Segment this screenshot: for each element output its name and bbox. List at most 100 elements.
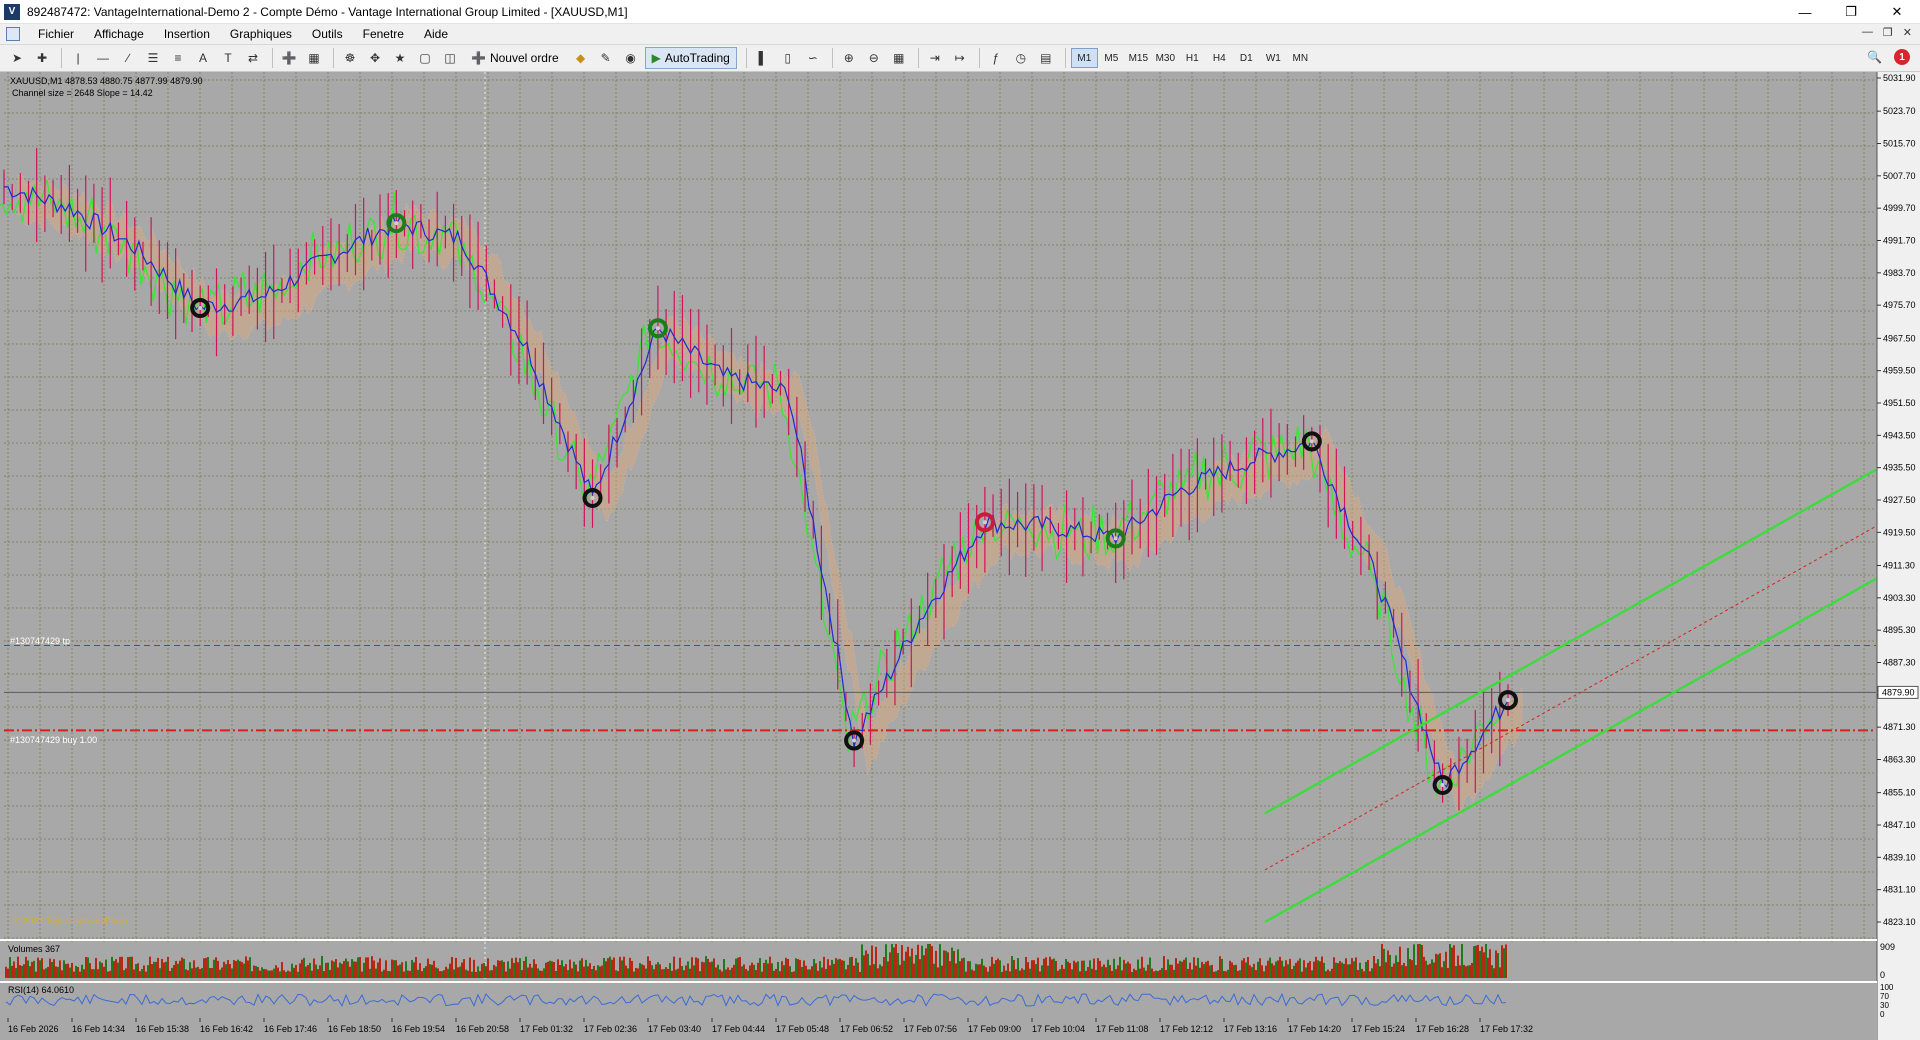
price-tick-label: 4871.30 (1883, 722, 1916, 732)
title-bar: V 892487472: VantageInternational-Demo 2… (0, 0, 1920, 24)
bar-chart-icon[interactable]: ▌ (752, 47, 774, 69)
menu-bar: Fichier Affichage Insertion Graphiques O… (0, 24, 1920, 44)
price-tick-label: 4967.50 (1883, 333, 1916, 343)
chart-window[interactable]: 5031.90 5023.70 5015.70 5007.70 4999.70 4991.… (0, 72, 1920, 1040)
time-tick-label: 17 Feb 03:40 (648, 1024, 701, 1034)
search-icon[interactable]: 🔍 (1867, 50, 1882, 64)
menu-affichage[interactable]: Affichage (84, 27, 154, 41)
time-tick-label: 17 Feb 17:32 (1480, 1024, 1533, 1034)
price-tick-label: 4919.50 (1883, 527, 1916, 537)
pivot-marker-dot (1309, 439, 1314, 444)
document-icon[interactable] (6, 27, 20, 41)
pivot-marker-dot (1113, 536, 1118, 541)
text-icon[interactable]: A (192, 47, 214, 69)
price-tick-label: 4911.30 (1883, 560, 1915, 570)
order-buy-label: #130747429 buy 1.00 (10, 735, 97, 745)
menu-aide[interactable]: Aide (414, 27, 458, 41)
price-tick-label: 5007.70 (1883, 171, 1916, 181)
time-tick-label: 17 Feb 16:28 (1416, 1024, 1469, 1034)
order-tp-label: #130747429 tp (10, 636, 70, 646)
candlestick-icon[interactable]: ▯ (777, 47, 799, 69)
line-chart-icon[interactable]: ∽ (802, 47, 824, 69)
toolbar: ➤ ✚ | — ∕ ☰ ≡ A T ⇄ ➕ ▦ ☸ ✥ ★ ▢ ◫ ➕ Nouv… (0, 44, 1920, 72)
new-order-icon: ➕ (471, 51, 486, 65)
zoom-in-icon[interactable]: ⊕ (838, 47, 860, 69)
price-chart[interactable]: 5031.90 5023.70 5015.70 5007.70 4999.70 4991.… (0, 72, 1920, 1040)
periods-icon[interactable]: ◷ (1010, 47, 1032, 69)
vertical-line-icon[interactable]: | (67, 47, 89, 69)
close-button[interactable]: ✕ (1874, 0, 1920, 24)
trendline-icon[interactable]: ∕ (117, 47, 139, 69)
profiles-icon[interactable]: ▦ (303, 47, 325, 69)
window-title: 892487472: VantageInternational-Demo 2 -… (27, 4, 628, 19)
mdi-restore-icon[interactable]: ❐ (1883, 26, 1893, 39)
notification-badge[interactable]: 1 (1894, 49, 1910, 65)
timeframe-mn[interactable]: MN (1287, 48, 1314, 68)
text-label-icon[interactable]: T (217, 47, 239, 69)
timeframe-m30[interactable]: M30 (1152, 48, 1179, 68)
arrows-icon[interactable]: ⇄ (242, 47, 264, 69)
time-tick-label: 16 Feb 17:46 (264, 1024, 317, 1034)
time-tick-label: 17 Feb 04:44 (712, 1024, 765, 1034)
mdi-close-icon[interactable]: ✕ (1903, 26, 1912, 39)
restore-button[interactable]: ❐ (1828, 0, 1874, 24)
cursor-icon[interactable]: ➤ (6, 47, 28, 69)
channel-info-label: Channel size = 2648 Slope = 14.42 (12, 88, 153, 98)
watermark-label: © 2023 TopLessons.in/Forex (14, 916, 129, 926)
data-window-icon[interactable]: ✥ (364, 47, 386, 69)
volume-scale-label: 0 (1880, 970, 1885, 980)
market-watch-icon[interactable]: ☸ (339, 47, 361, 69)
menu-graphiques[interactable]: Graphiques (220, 27, 302, 41)
minimize-button[interactable]: — (1782, 0, 1828, 24)
metaeditor-icon[interactable]: ✎ (595, 47, 617, 69)
timeframe-h1[interactable]: H1 (1179, 48, 1206, 68)
crosshair-icon[interactable]: ✚ (31, 47, 53, 69)
fibonacci-icon[interactable]: ≡ (167, 47, 189, 69)
expert-icon[interactable]: ◆ (570, 47, 592, 69)
price-tick-label: 4975.70 (1883, 300, 1916, 310)
autotrading-button[interactable]: ▶ AutoTrading (644, 47, 737, 69)
price-tick-label: 4999.70 (1883, 203, 1916, 213)
channel-icon[interactable]: ☰ (142, 47, 164, 69)
autoscroll-icon[interactable]: ⇥ (924, 47, 946, 69)
pivot-marker-dot (655, 326, 660, 331)
time-tick-label: 17 Feb 15:24 (1352, 1024, 1405, 1034)
menu-insertion[interactable]: Insertion (154, 27, 220, 41)
timeframe-h4[interactable]: H4 (1206, 48, 1233, 68)
new-chart-icon[interactable]: ➕ (278, 47, 300, 69)
price-tick-label: 4823.10 (1883, 917, 1916, 927)
time-tick-label: 16 Feb 15:38 (136, 1024, 189, 1034)
terminal-icon[interactable]: ▢ (414, 47, 436, 69)
time-tick-label: 17 Feb 13:16 (1224, 1024, 1277, 1034)
autotrading-label: AutoTrading (664, 51, 730, 65)
indicators-icon[interactable]: ƒ (985, 47, 1007, 69)
horizontal-line-icon[interactable]: — (92, 47, 114, 69)
rsi-scale-label: 0 (1880, 1010, 1885, 1019)
signals-icon[interactable]: ◉ (620, 47, 642, 69)
templates-icon[interactable]: ▤ (1035, 47, 1057, 69)
timeframe-m1[interactable]: M1 (1070, 48, 1098, 68)
menu-fichier[interactable]: Fichier (28, 27, 84, 41)
timeframe-d1[interactable]: D1 (1233, 48, 1260, 68)
chart-shift-icon[interactable]: ↦ (949, 47, 971, 69)
tile-windows-icon[interactable]: ▦ (888, 47, 910, 69)
pivot-marker-dot (394, 221, 399, 226)
price-tick-label: 5031.90 (1883, 73, 1916, 83)
timeframe-m5[interactable]: M5 (1098, 48, 1125, 68)
pivot-marker-dot (1506, 698, 1510, 703)
zoom-out-icon[interactable]: ⊖ (863, 47, 885, 69)
menu-outils[interactable]: Outils (302, 27, 353, 41)
mdi-minimize-icon[interactable]: — (1862, 26, 1873, 39)
time-tick-label: 17 Feb 01:32 (520, 1024, 573, 1034)
time-tick-label: 17 Feb 10:04 (1032, 1024, 1085, 1034)
menu-fenetre[interactable]: Fenetre (353, 27, 414, 41)
timeframe-w1[interactable]: W1 (1260, 48, 1287, 68)
time-tick-label: 17 Feb 06:52 (840, 1024, 893, 1034)
time-tick-label: 17 Feb 14:20 (1288, 1024, 1341, 1034)
navigator-icon[interactable]: ★ (389, 47, 411, 69)
time-tick-label: 16 Feb 18:50 (328, 1024, 381, 1034)
new-order-button[interactable]: ➕ Nouvel ordre (464, 47, 566, 69)
timeframe-m15[interactable]: M15 (1125, 48, 1152, 68)
price-tick-label: 4887.30 (1883, 657, 1916, 667)
tester-icon[interactable]: ◫ (439, 47, 461, 69)
